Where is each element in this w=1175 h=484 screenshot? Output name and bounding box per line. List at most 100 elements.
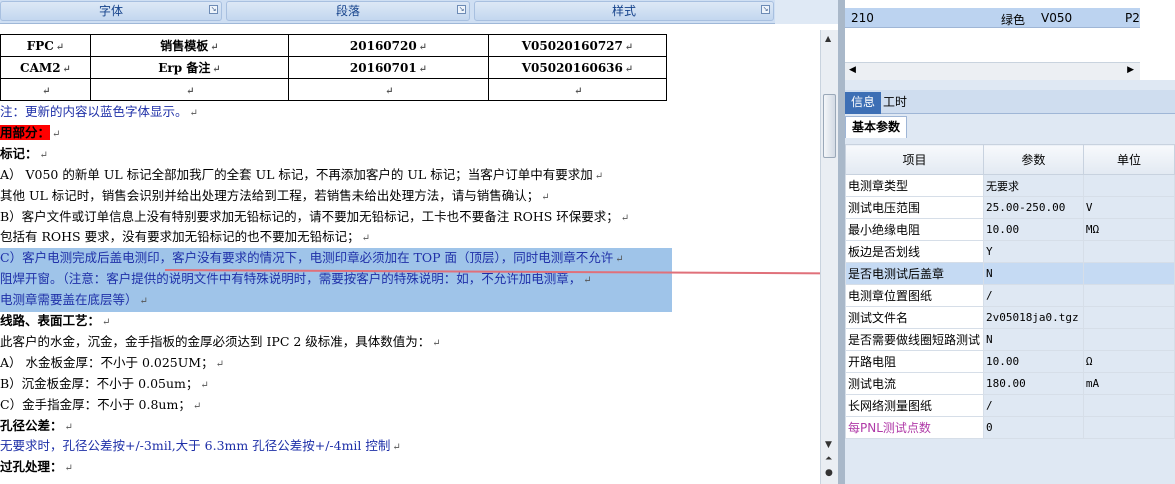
document-paragraph[interactable]: B）客户文件或订单信息上没有特别要求加无铅标记的，请不要加无铅标记，工卡也不要备…	[0, 207, 629, 229]
document-paragraph[interactable]: B）沉金板金厚：不小于 0.05um； ↵	[0, 374, 209, 396]
grid-cell-item[interactable]: 长网络测量图纸	[845, 394, 984, 417]
dialog-launcher-icon[interactable]: ↘	[457, 5, 466, 14]
grid-cell-item[interactable]: 是否需要做线圈短路测试	[845, 328, 984, 351]
grid-cell-param[interactable]: 0	[982, 416, 1084, 439]
table-row[interactable]: 长网络测量图纸 /	[845, 394, 1175, 417]
ribbon-group-font[interactable]: 字体 ↘	[0, 1, 222, 21]
tab-worktime[interactable]: 工时	[877, 92, 913, 114]
document-paragraph[interactable]: 用部分： ↵	[0, 123, 60, 145]
column-header-unit[interactable]: 单位	[1082, 144, 1175, 175]
horizontal-scrollbar[interactable]: ◀ ▶	[845, 62, 1140, 80]
grid-cell-item[interactable]: 测试文件名	[845, 306, 984, 329]
grid-cell-unit[interactable]	[1082, 262, 1175, 285]
grid-cell-unit[interactable]	[1082, 328, 1175, 351]
grid-cell-param[interactable]: 10.00	[982, 218, 1084, 241]
dialog-launcher-icon[interactable]: ↘	[761, 5, 770, 14]
table-cell[interactable]: ↵	[488, 78, 667, 101]
table-row[interactable]: 最小绝缘电阻 10.00 MΩ	[845, 218, 1175, 241]
grid-cell-unit[interactable]: MΩ	[1082, 218, 1175, 241]
grid-cell-item[interactable]: 最小绝缘电阻	[845, 218, 984, 241]
column-header-item[interactable]: 项目	[845, 144, 984, 175]
table-row[interactable]: 测试文件名 2v05018ja0.tgz	[845, 306, 1175, 329]
document-paragraph[interactable]: 阻焊开窗。（注意：客户提供的说明文件中有特殊说明时，需要按客户的特殊说明：如，不…	[0, 269, 672, 292]
grid-cell-unit[interactable]	[1082, 416, 1175, 439]
order-row[interactable]: 210 绿色 V050 P2	[845, 8, 1140, 28]
grid-cell-unit[interactable]: mA	[1082, 372, 1175, 395]
grid-cell-unit[interactable]: V	[1082, 196, 1175, 219]
table-cell[interactable]: Erp 备注 ↵	[90, 56, 289, 79]
grid-cell-param[interactable]: N	[982, 262, 1084, 285]
grid-cell-unit[interactable]	[1082, 394, 1175, 417]
grid-cell-item[interactable]: 是否电测试后盖章	[845, 262, 984, 285]
document-paragraph[interactable]: 包括有 ROHS 要求，没有要求加无铅标记的也不要加无铅标记； ↵	[0, 227, 370, 249]
grid-cell-unit[interactable]	[1082, 284, 1175, 307]
ribbon-group-styles[interactable]: 样式 ↘	[474, 1, 774, 21]
document-paragraph[interactable]: 线路、表面工艺： ↵	[0, 311, 110, 333]
document-paragraph[interactable]: C）金手指金厚：不小于 0.8um； ↵	[0, 395, 201, 417]
previous-page-icon[interactable]: ⏶	[825, 454, 832, 464]
document-paragraph[interactable]: 孔径公差： ↵	[0, 416, 73, 438]
grid-cell-item[interactable]: 开路电阻	[845, 350, 984, 373]
document-paragraph[interactable]: 电测章需要盖在底层等） ↵	[0, 290, 672, 313]
table-cell[interactable]: ↵	[0, 78, 91, 101]
grid-cell-item[interactable]: 测试电流	[845, 372, 984, 395]
tab-basic-params[interactable]: 基本参数	[845, 116, 908, 138]
grid-cell-param[interactable]: /	[982, 284, 1084, 307]
table-cell[interactable]: V05020160636 ↵	[488, 56, 667, 79]
grid-cell-param[interactable]: 无要求	[982, 174, 1084, 197]
grid-cell-item[interactable]: 每PNL测试点数	[845, 416, 984, 439]
grid-cell-param[interactable]: 2v05018ja0.tgz	[982, 306, 1084, 329]
grid-cell-param[interactable]: /	[982, 394, 1084, 417]
document-paragraph[interactable]: C）客户电测完成后盖电测印，客户没有要求的情况下，电测印章必须加在 TOP 面（…	[0, 248, 672, 271]
table-cell[interactable]: CAM2 ↵	[0, 56, 91, 79]
table-cell[interactable]: 20160701 ↵	[288, 56, 489, 79]
table-row[interactable]: 板边是否划线 Y	[845, 240, 1175, 263]
grid-cell-unit[interactable]	[1082, 240, 1175, 263]
document-paragraph[interactable]: A） 水金板金厚：不小于 0.025UM； ↵	[0, 353, 224, 375]
tab-info[interactable]: 信息	[845, 92, 882, 114]
table-row[interactable]: 电测章位置图纸 /	[845, 284, 1175, 307]
table-cell[interactable]: V05020160727 ↵	[488, 34, 667, 57]
grid-cell-param[interactable]: Y	[982, 240, 1084, 263]
dialog-launcher-icon[interactable]: ↘	[209, 5, 218, 14]
scroll-down-icon[interactable]: ▼	[825, 440, 832, 450]
grid-cell-unit[interactable]: Ω	[1082, 350, 1175, 373]
grid-cell-item[interactable]: 测试电压范围	[845, 196, 984, 219]
table-row[interactable]: 每PNL测试点数 0	[845, 416, 1175, 439]
grid-cell-param[interactable]: 10.00	[982, 350, 1084, 373]
scroll-right-icon[interactable]: ▶	[1127, 65, 1134, 75]
ribbon-group-paragraph[interactable]: 段落 ↘	[226, 1, 470, 21]
document-paragraph[interactable]: 注：更新的内容以蓝色字体显示。 ↵	[0, 102, 198, 124]
scroll-up-icon[interactable]: ▲	[825, 34, 831, 43]
document-paragraph[interactable]: A） V050 的新单 UL 标记全部加我厂的全套 UL 标记，不再添加客户的 …	[0, 165, 603, 187]
table-row[interactable]: 电测章类型 无要求	[845, 174, 1175, 197]
document-paragraph[interactable]: 此客户的水金，沉金，金手指板的金厚必须达到 IPC 2 级标准，具体数值为： ↵	[0, 332, 441, 354]
table-row[interactable]: 是否需要做线圈短路测试 N	[845, 328, 1175, 351]
grid-cell-item[interactable]: 电测章类型	[845, 174, 984, 197]
grid-cell-param[interactable]: 180.00	[982, 372, 1084, 395]
grid-cell-item[interactable]: 板边是否划线	[845, 240, 984, 263]
table-cell[interactable]: 销售模板 ↵	[90, 34, 289, 57]
grid-cell-param[interactable]: 25.00-250.00	[982, 196, 1084, 219]
document-paragraph[interactable]: 无要求时，孔径公差按+/-3mil,大于 6.3mm 孔径公差按+/-4mil …	[0, 436, 401, 458]
table-cell[interactable]: ↵	[90, 78, 289, 101]
scrollbar-thumb[interactable]	[823, 94, 836, 158]
table-cell[interactable]: 20160720 ↵	[288, 34, 489, 57]
table-cell[interactable]: FPC ↵	[0, 34, 91, 57]
scroll-left-icon[interactable]: ◀	[849, 65, 856, 75]
browse-object-icon[interactable]: ●	[825, 468, 833, 478]
grid-cell-unit[interactable]	[1082, 306, 1175, 329]
table-row[interactable]: 测试电压范围 25.00-250.00 V	[845, 196, 1175, 219]
grid-cell-param[interactable]: N	[982, 328, 1084, 351]
vertical-scrollbar[interactable]: ▲ ▼ ⏶ ● ⏷	[820, 30, 838, 484]
table-row[interactable]: 是否电测试后盖章 N	[845, 262, 1175, 285]
table-cell[interactable]: ↵	[288, 78, 489, 101]
table-row[interactable]: 开路电阻 10.00 Ω	[845, 350, 1175, 373]
table-row[interactable]: 测试电流 180.00 mA	[845, 372, 1175, 395]
grid-cell-item[interactable]: 电测章位置图纸	[845, 284, 984, 307]
document-paragraph[interactable]: 其他 UL 标记时，销售会识别并给出处理方法给到工程，若销售未给出处理方法，请与…	[0, 186, 550, 208]
grid-cell-unit[interactable]	[1082, 174, 1175, 197]
document-paragraph[interactable]: 过孔处理： ↵	[0, 457, 73, 479]
column-header-param[interactable]: 参数	[982, 144, 1084, 175]
document-paragraph[interactable]: 标记： ↵	[0, 144, 48, 166]
